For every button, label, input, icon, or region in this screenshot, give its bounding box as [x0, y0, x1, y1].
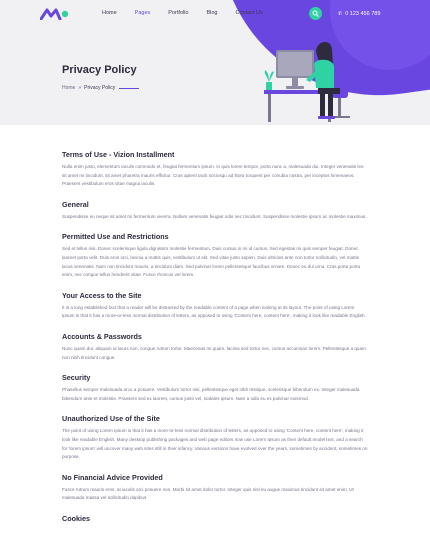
page-title: Privacy Policy: [62, 64, 137, 76]
policy-section: Cookies: [62, 514, 368, 523]
breadcrumb-current: Privacy Policy: [84, 85, 116, 91]
section-body: Suspendisse eu neque sit amet mi ferment…: [62, 213, 367, 219]
policy-section: Terms of Use - Vizion Installment Nulla …: [62, 150, 368, 189]
section-body: Nulla enim justo, elementum iaculis comm…: [62, 164, 364, 187]
breadcrumb-separator-icon: »: [78, 85, 82, 91]
policy-section: No Financial Advice Provided Fusce rutru…: [62, 473, 368, 503]
breadcrumb: Home » Privacy Policy: [62, 85, 140, 91]
policy-section: Security Phasellus semper malesuada arcu…: [62, 373, 368, 403]
section-heading: Terms of Use - Vizion Installment: [62, 150, 175, 159]
section-heading: Accounts & Passwords: [62, 331, 142, 341]
top-navigation: Home Pages Portfolio Blog Contact Us ✆ 0…: [0, 0, 430, 28]
section-body: It is a long established fact that a rea…: [62, 304, 366, 319]
section-body: Sed et tellus nisi. Donec scelerisque li…: [62, 246, 360, 278]
policy-section: Your Access to the Site It is a long est…: [62, 291, 368, 321]
phone-number: 0 123 456 789: [345, 11, 381, 17]
section-heading: Cookies: [62, 513, 90, 523]
office-worker-illustration: [264, 41, 350, 122]
policy-section: Accounts & Passwords Nunc quam dui, aliq…: [62, 332, 368, 362]
page-header-banner: Home Pages Portfolio Blog Contact Us ✆ 0…: [0, 0, 430, 125]
section-heading: No Financial Advice Provided: [62, 472, 163, 482]
section-heading: Unauthorized Use of the Site: [62, 414, 160, 424]
section-heading: Permitted Use and Restrictions: [62, 232, 169, 242]
policy-section: Unauthorized Use of the Site The point o…: [62, 414, 368, 461]
section-body: Fusce rutrum mauris eros, at iaculis orc…: [62, 486, 354, 501]
section-heading: General: [62, 199, 89, 209]
nav-link-blog[interactable]: Blog: [206, 10, 217, 16]
search-button[interactable]: [309, 7, 322, 20]
section-heading: Security: [62, 373, 91, 383]
breadcrumb-home[interactable]: Home: [62, 85, 75, 91]
nav-link-contact[interactable]: Contact Us: [235, 10, 262, 16]
phone-icon: ✆: [338, 11, 343, 17]
nav-link-portfolio[interactable]: Portfolio: [168, 10, 188, 16]
nav-link-pages[interactable]: Pages: [135, 10, 151, 16]
brand-logo[interactable]: [40, 8, 70, 20]
nav-link-home[interactable]: Home: [102, 10, 117, 16]
policy-section: Permitted Use and Restrictions Sed et te…: [62, 232, 368, 279]
phone-contact[interactable]: ✆ 0 123 456 789: [338, 11, 380, 17]
section-body: Phasellus semper malesuada arcu a posuer…: [62, 387, 360, 401]
section-heading: Your Access to the Site: [62, 290, 142, 300]
section-body: Nunc quam dui, aliquam ut lacus non, con…: [62, 345, 366, 360]
main-menu: Home Pages Portfolio Blog Contact Us: [102, 10, 281, 16]
search-icon: [312, 10, 319, 17]
section-body: The point of using Lorem Ipsum is that i…: [62, 428, 368, 460]
policy-content: Terms of Use - Vizion Installment Nulla …: [62, 150, 368, 534]
policy-section: General Suspendisse eu neque sit amet mi…: [62, 200, 368, 222]
breadcrumb-underline: [119, 87, 140, 89]
